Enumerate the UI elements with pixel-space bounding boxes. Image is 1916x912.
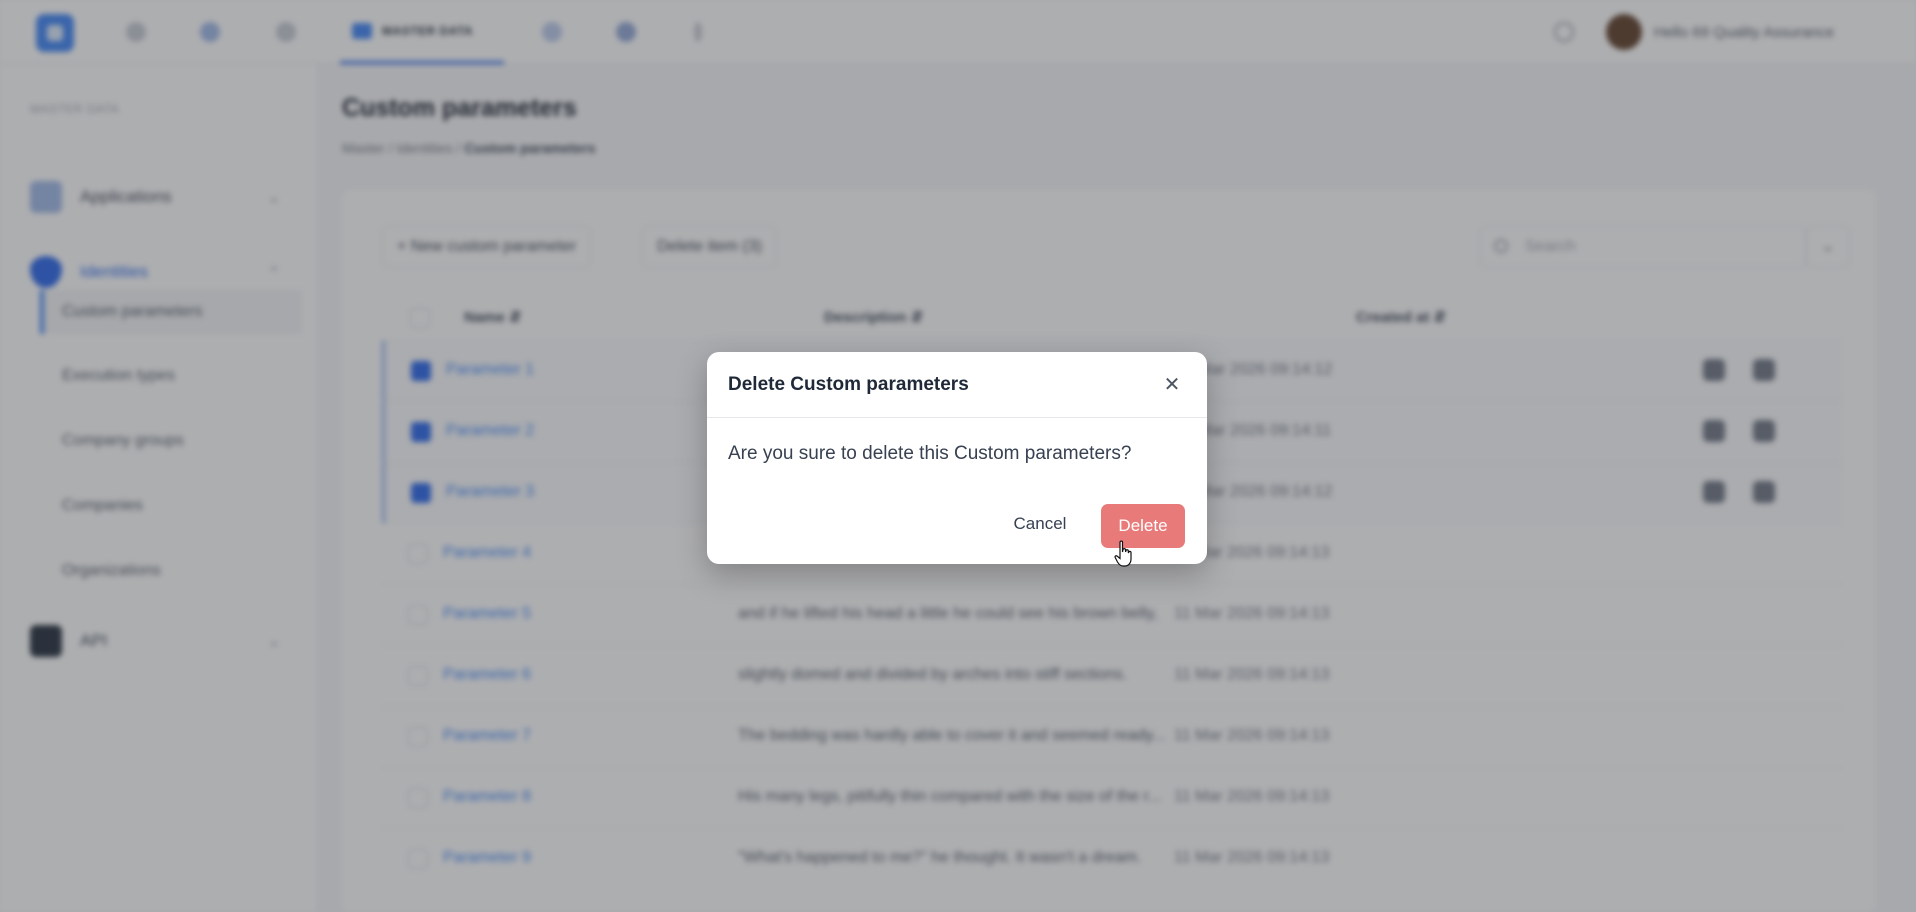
dialog-message: Are you sure to delete this Custom param… <box>728 443 1132 464</box>
close-icon[interactable]: ✕ <box>1159 372 1185 398</box>
dialog-title: Delete Custom parameters <box>728 374 969 395</box>
dialog-header: Delete Custom parameters ✕ <box>707 352 1207 418</box>
delete-confirm-dialog: Delete Custom parameters ✕ Are you sure … <box>707 352 1207 564</box>
hand-cursor-icon <box>1114 540 1132 567</box>
cancel-button[interactable]: Cancel <box>1005 503 1075 545</box>
